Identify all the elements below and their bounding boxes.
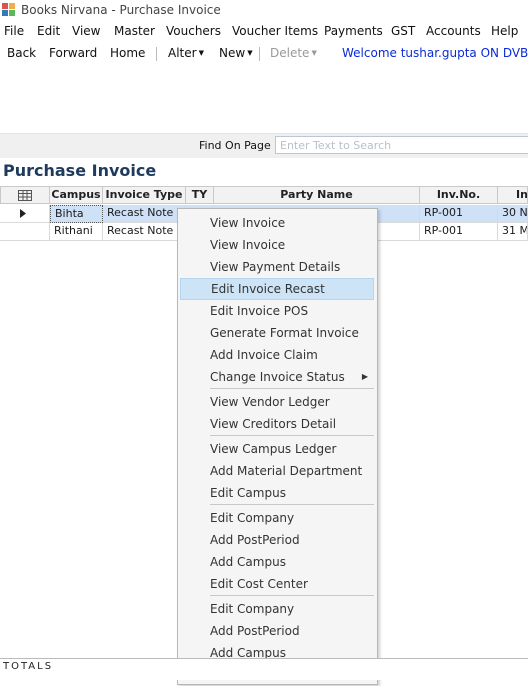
caret-down-icon: ▼ [247, 49, 253, 57]
menu-view[interactable]: View [72, 24, 100, 38]
delete-label: Delete [270, 46, 310, 60]
menu-item-view-invoice[interactable]: View Invoice [180, 212, 374, 234]
submenu-arrow-icon: ▶ [361, 372, 368, 381]
menu-file[interactable]: File [4, 24, 24, 38]
forward-button[interactable]: Forward [49, 46, 97, 60]
search-input[interactable] [275, 136, 528, 154]
menu-item-edit-company-2[interactable]: Edit Company [180, 598, 374, 620]
caret-down-icon: ▼ [311, 49, 317, 57]
column-header-party-name[interactable]: Party Name [214, 186, 420, 204]
cell-inv-no[interactable]: RP-001 [420, 205, 498, 223]
totals-bar [0, 658, 528, 680]
column-chooser-button[interactable] [0, 186, 50, 204]
welcome-text: Welcome tushar.gupta ON DVB16 [342, 46, 528, 60]
cell-campus[interactable]: Rithani [50, 223, 103, 241]
menu-item-edit-company[interactable]: Edit Company [180, 507, 374, 529]
menu-item-add-material-department[interactable]: Add Material Department [180, 460, 374, 482]
menu-item-view-payment-details[interactable]: View Payment Details [180, 256, 374, 278]
cell-invoice-type[interactable]: Recast Note [103, 205, 186, 223]
alter-dropdown[interactable]: Alter ▼ [168, 46, 204, 60]
menu-accounts[interactable]: Accounts [426, 24, 481, 38]
menu-item-view-campus-ledger[interactable]: View Campus Ledger [180, 438, 374, 460]
menu-item-view-vendor-ledger[interactable]: View Vendor Ledger [180, 391, 374, 413]
column-header-inv-date[interactable]: Inv [498, 186, 528, 204]
menu-item-edit-invoice-recast[interactable]: Edit Invoice Recast [180, 278, 374, 300]
row-indicator [0, 223, 50, 241]
column-header-inv-no[interactable]: Inv.No. [420, 186, 498, 204]
menu-edit[interactable]: Edit [37, 24, 60, 38]
cell-invoice-type[interactable]: Recast Note [103, 223, 186, 241]
menu-item-add-invoice-claim[interactable]: Add Invoice Claim [180, 344, 374, 366]
column-header-invoice-type[interactable]: Invoice Type [103, 186, 186, 204]
page-title: Purchase Invoice [3, 161, 157, 180]
menu-item-add-campus[interactable]: Add Campus [180, 551, 374, 573]
back-button[interactable]: Back [7, 46, 36, 60]
menu-separator [210, 595, 374, 596]
window-title: Books Nirvana - Purchase Invoice [21, 3, 221, 17]
menu-vouchers[interactable]: Vouchers [166, 24, 221, 38]
toolbar-separator [259, 47, 260, 61]
delete-dropdown[interactable]: Delete ▼ [270, 46, 317, 60]
menu-separator [210, 504, 374, 505]
menu-bar: File Edit View Master Vouchers Voucher I… [0, 22, 528, 42]
menu-help[interactable]: Help [491, 24, 518, 38]
menu-item-view-invoice-2[interactable]: View Invoice [180, 234, 374, 256]
caret-down-icon: ▼ [198, 49, 204, 57]
menu-item-change-invoice-status[interactable]: Change Invoice Status ▶ [180, 366, 374, 388]
menu-item-generate-format-invoice[interactable]: Generate Format Invoice [180, 322, 374, 344]
cell-inv-no[interactable]: RP-001 [420, 223, 498, 241]
grid-icon [18, 190, 32, 201]
menu-separator [210, 435, 374, 436]
cell-inv-date[interactable]: 30 No [498, 205, 528, 223]
menu-payments[interactable]: Payments [324, 24, 383, 38]
menu-separator [210, 388, 374, 389]
menu-item-add-postperiod-2[interactable]: Add PostPeriod [180, 620, 374, 642]
totals-label: TOTALS [3, 661, 54, 672]
menu-item-edit-campus[interactable]: Edit Campus [180, 482, 374, 504]
context-menu: View Invoice View Invoice View Payment D… [177, 208, 378, 685]
home-button[interactable]: Home [110, 46, 145, 60]
cell-inv-date[interactable]: 31 Ma [498, 223, 528, 241]
title-bar: Books Nirvana - Purchase Invoice [0, 0, 528, 20]
menu-voucher-items[interactable]: Voucher Items [232, 24, 318, 38]
new-label: New [219, 46, 246, 60]
app-grid-icon [2, 3, 15, 16]
cell-campus[interactable]: Bihta [50, 205, 103, 223]
column-header-campus[interactable]: Campus [50, 186, 103, 204]
column-header-ty[interactable]: TY [186, 186, 214, 204]
alter-label: Alter [168, 46, 197, 60]
row-indicator-icon [0, 205, 50, 223]
new-dropdown[interactable]: New ▼ [219, 46, 253, 60]
change-invoice-status-label: Change Invoice Status [210, 370, 345, 384]
find-on-page-label: Find On Page [199, 139, 271, 152]
menu-item-view-creditors-detail[interactable]: View Creditors Detail [180, 413, 374, 435]
menu-item-edit-cost-center[interactable]: Edit Cost Center [180, 573, 374, 595]
menu-item-add-postperiod[interactable]: Add PostPeriod [180, 529, 374, 551]
menu-master[interactable]: Master [114, 24, 155, 38]
toolbar-separator [156, 47, 157, 61]
menu-gst[interactable]: GST [391, 24, 415, 38]
menu-item-edit-invoice-pos[interactable]: Edit Invoice POS [180, 300, 374, 322]
